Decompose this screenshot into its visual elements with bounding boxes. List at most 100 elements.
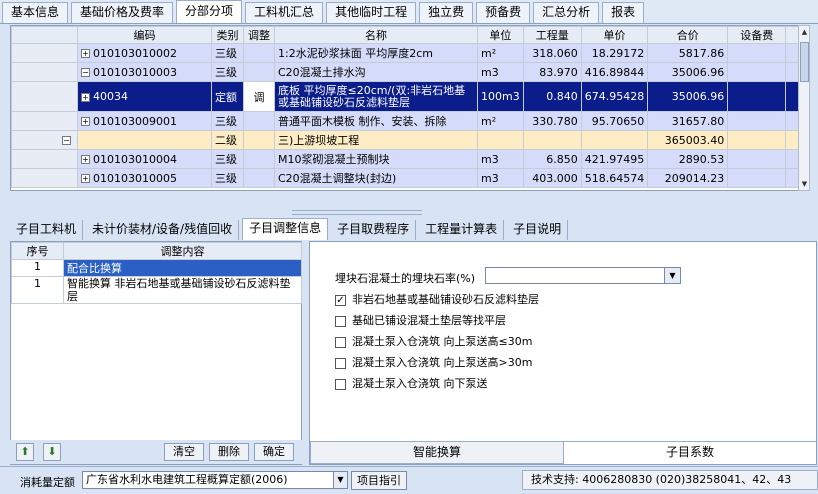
- scrollbar-thumb[interactable]: [800, 42, 809, 82]
- checkbox-icon[interactable]: [335, 336, 346, 348]
- move-down-icon[interactable]: ⬇: [43, 443, 61, 461]
- cell-total[interactable]: 35006.96: [647, 62, 729, 82]
- chevron-down-icon[interactable]: ▼: [333, 472, 347, 488]
- cell-qty[interactable]: 318.060: [522, 43, 582, 63]
- scroll-up-icon[interactable]: ▲: [800, 26, 809, 38]
- top-tab-0[interactable]: 基本信息: [2, 2, 69, 23]
- cell-type[interactable]: 三级: [211, 43, 244, 63]
- cell-qty[interactable]: 0.840: [522, 81, 582, 112]
- expand-toggle-icon[interactable]: +: [81, 117, 90, 126]
- list-item[interactable]: 1 智能换算 非岩石地基或基础铺设砂石反滤料垫层: [11, 276, 302, 304]
- cell-price[interactable]: 416.89844: [580, 62, 649, 82]
- cell-unit[interactable]: m3: [477, 62, 524, 82]
- cell-type[interactable]: 三级: [211, 149, 244, 169]
- header-type[interactable]: 类别: [211, 26, 244, 44]
- clear-button[interactable]: 清空: [164, 443, 204, 461]
- checkbox-icon[interactable]: [335, 357, 346, 369]
- table-row[interactable]: +40034 定额调底板 平均厚度≤20cm/(双:非岩石地基或基础铺设砂石反滤料…: [11, 81, 805, 112]
- cell-total[interactable]: 365003.40: [647, 130, 729, 150]
- cell-price[interactable]: 421.97495: [580, 149, 649, 169]
- cell-unit[interactable]: [477, 130, 524, 150]
- cell-price[interactable]: [580, 130, 649, 150]
- cell-name[interactable]: M10浆砌混凝土预制块: [274, 149, 478, 169]
- cell-code[interactable]: −010103010003: [77, 62, 212, 82]
- option-checkbox[interactable]: 混凝土泵入仓浇筑 向下泵送: [335, 375, 488, 391]
- cell-type[interactable]: 三级: [211, 168, 244, 188]
- cell-equip[interactable]: [727, 149, 787, 169]
- cell-adjust[interactable]: 调: [243, 81, 275, 112]
- top-tab-3[interactable]: 工料机汇总: [245, 2, 324, 23]
- lower-tab-0[interactable]: 子目工料机: [10, 220, 84, 240]
- cell-price[interactable]: 18.29172: [580, 43, 649, 63]
- top-tab-7[interactable]: 汇总分析: [533, 2, 600, 23]
- cell-equip[interactable]: [727, 111, 787, 131]
- top-tab-1[interactable]: 基础价格及费率: [71, 2, 174, 23]
- cell-adjust[interactable]: [243, 43, 275, 63]
- cell-adjust[interactable]: [243, 168, 275, 188]
- lower-tab-2[interactable]: 子目调整信息: [242, 218, 329, 240]
- tab-item-coefficient[interactable]: 子目系数: [564, 441, 816, 464]
- option-checkbox[interactable]: 混凝土泵入仓浇筑 向上泵送高≤30m: [335, 333, 532, 349]
- cell-name[interactable]: 三)上游坝坡工程: [274, 130, 478, 150]
- top-tab-6[interactable]: 预备费: [476, 2, 531, 23]
- quota-select[interactable]: 广东省水利水电建筑工程概算定额(2006) ▼: [82, 471, 348, 489]
- header-no[interactable]: 序号: [11, 242, 64, 260]
- expand-toggle-icon[interactable]: −: [81, 68, 90, 77]
- cell-name[interactable]: 1:2水泥砂浆抹面 平均厚度2cm: [274, 43, 478, 63]
- cell-qty[interactable]: 330.780: [522, 111, 582, 131]
- cell-type[interactable]: 定额: [211, 81, 244, 112]
- delete-button[interactable]: 删除: [209, 443, 249, 461]
- expand-toggle-icon[interactable]: +: [81, 174, 90, 183]
- lower-tab-5[interactable]: 子目说明: [507, 220, 569, 240]
- cell-code[interactable]: +010103010005: [77, 168, 212, 188]
- header-content[interactable]: 调整内容: [63, 242, 302, 260]
- list-item[interactable]: 1 配合比换算: [11, 259, 302, 277]
- cell-total[interactable]: 35006.96: [647, 81, 729, 112]
- cell-qty[interactable]: 403.000: [522, 168, 582, 188]
- move-up-icon[interactable]: ⬆: [16, 443, 34, 461]
- checkbox-icon[interactable]: [335, 378, 346, 390]
- table-row[interactable]: +010103010004 三级 M10浆砌混凝土预制块 m3 6.850 421.974…: [11, 149, 805, 169]
- header-adjust[interactable]: 调整: [243, 26, 275, 44]
- header-qty[interactable]: 工程量: [522, 26, 582, 44]
- panel-splitter[interactable]: [0, 192, 818, 218]
- project-guide-button[interactable]: 项目指引: [351, 471, 407, 490]
- cell-unit[interactable]: m3: [477, 168, 524, 188]
- cell-qty[interactable]: 83.970: [522, 62, 582, 82]
- cell-price[interactable]: 518.64574: [580, 168, 649, 188]
- cell-type[interactable]: 三级: [211, 111, 244, 131]
- option-checkbox[interactable]: 混凝土泵入仓浇筑 向上泵送高>30m: [335, 354, 532, 370]
- table-row[interactable]: −010103010003 三级 C20混凝土排水沟 m3 83.970 416.8984…: [11, 62, 805, 82]
- option-checkbox[interactable]: 基础已铺设混凝土垫层等找平层: [335, 312, 506, 328]
- cell-name[interactable]: C20混凝土调整块(封边): [274, 168, 478, 188]
- cell-code[interactable]: [77, 130, 212, 150]
- cell-equip[interactable]: [727, 168, 787, 188]
- cell-unit[interactable]: m²: [477, 43, 524, 63]
- cell-equip[interactable]: [727, 81, 787, 112]
- cell-name[interactable]: 普通平面木模板 制作、安装、拆除: [274, 111, 478, 131]
- top-tab-8[interactable]: 报表: [602, 2, 645, 23]
- header-price[interactable]: 单价: [580, 26, 649, 44]
- expand-toggle-icon[interactable]: +: [81, 92, 90, 102]
- cell-price[interactable]: 95.70650: [580, 111, 649, 131]
- check-icon[interactable]: ✓: [335, 294, 346, 306]
- cell-unit[interactable]: m3: [477, 149, 524, 169]
- cell-total[interactable]: 209014.23: [647, 168, 729, 188]
- header-code[interactable]: 编码: [77, 26, 212, 44]
- stone-rate-select[interactable]: ▼: [485, 267, 681, 284]
- splitter-grip-icon[interactable]: [292, 210, 422, 215]
- lower-tab-3[interactable]: 子目取费程序: [331, 220, 417, 240]
- header-total[interactable]: 合价: [647, 26, 729, 44]
- header-name[interactable]: 名称: [274, 26, 478, 44]
- cell-code[interactable]: +40034: [77, 81, 212, 112]
- cell-code[interactable]: +010103010004: [77, 149, 212, 169]
- table-row[interactable]: +010103010002 三级 1:2水泥砂浆抹面 平均厚度2cm m² 318.06…: [11, 43, 805, 63]
- expand-toggle-icon[interactable]: +: [81, 155, 90, 164]
- checkbox-icon[interactable]: [335, 315, 346, 327]
- table-row[interactable]: +010103009001 三级 普通平面木模板 制作、安装、拆除 m² 330.780…: [11, 111, 805, 131]
- cell-qty[interactable]: [522, 130, 582, 150]
- confirm-button[interactable]: 确定: [254, 443, 294, 461]
- cell-total[interactable]: 31657.80: [647, 111, 729, 131]
- cell-equip[interactable]: [727, 62, 787, 82]
- table-row[interactable]: − 二级 三)上游坝坡工程 365003.40: [11, 130, 805, 150]
